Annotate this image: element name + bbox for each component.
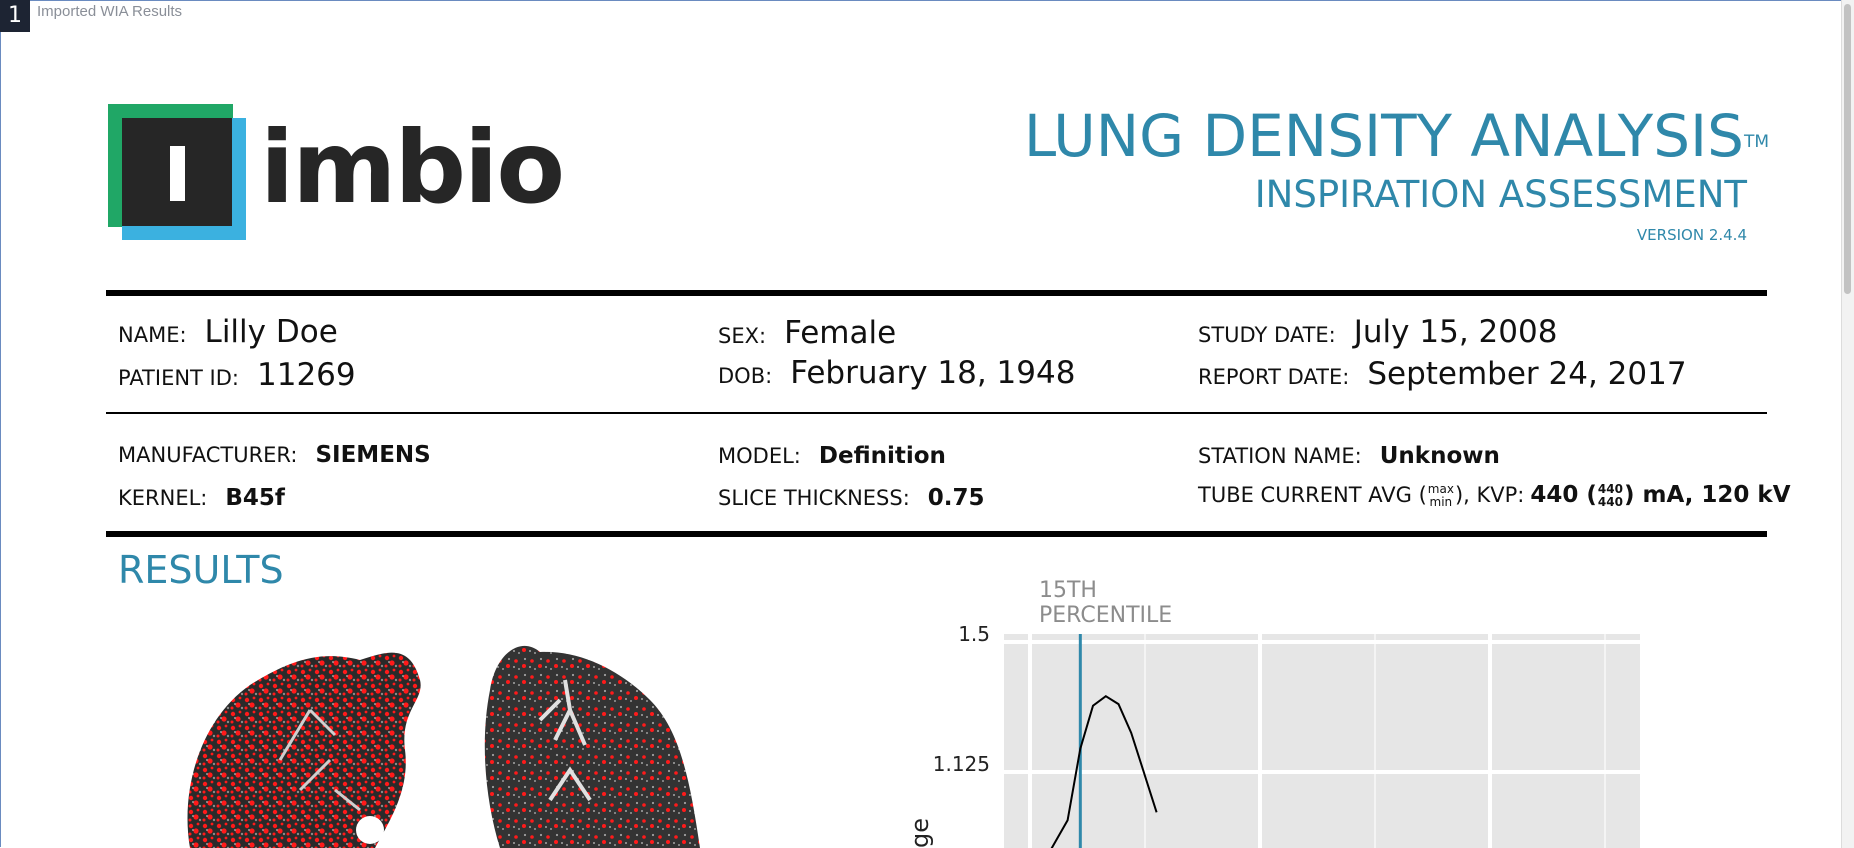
- patient-dob-label: DOB:: [718, 364, 773, 388]
- report-title-block: LUNG DENSITY ANALYSISTM INSPIRATION ASSE…: [1024, 100, 1769, 248]
- patient-name-field: NAME: Lilly Doe: [118, 314, 338, 350]
- kernel-label: KERNEL:: [118, 486, 208, 510]
- vertical-scrollbar[interactable]: [1841, 0, 1854, 848]
- manufacturer-field: MANUFACTURER: SIEMENS: [118, 442, 431, 468]
- plot-area: [1004, 634, 1640, 848]
- report-date-value: September 24, 2017: [1367, 356, 1687, 392]
- density-histogram-chart: 15TH PERCENTILE 1.5 1.125 ge: [906, 578, 1640, 848]
- model-field: MODEL: Definition: [718, 443, 946, 469]
- logo-bar-glyph: [170, 146, 185, 201]
- manufacturer-label: MANUFACTURER:: [118, 443, 298, 467]
- y-tick-label: 1.5: [958, 622, 990, 646]
- percentile-annotation-line1: 15TH: [1039, 578, 1097, 603]
- header-divider: [106, 290, 1767, 296]
- report-title: LUNG DENSITY ANALYSISTM: [1023, 102, 1769, 170]
- report-date-label: REPORT DATE:: [1198, 365, 1350, 389]
- tab-title: Imported WIA Results: [37, 3, 183, 20]
- lung-ct-image: [187, 645, 700, 848]
- patient-id-value: 11269: [257, 357, 356, 393]
- results-heading: RESULTS: [118, 548, 284, 592]
- tube-current-value: 440 (440 440) mA, 120 kV: [1530, 481, 1791, 509]
- manufacturer-value: SIEMENS: [315, 442, 431, 468]
- slice-thickness-value: 0.75: [927, 485, 985, 511]
- kernel-value: B45f: [225, 485, 285, 511]
- station-name-field: STATION NAME: Unknown: [1198, 443, 1500, 469]
- left-lung: [484, 645, 700, 848]
- tube-current-field: TUBE CURRENT AVG (max min), KVP: 440 (440 4…: [1198, 482, 1791, 509]
- patient-id-label: PATIENT ID:: [118, 366, 239, 390]
- logo-wordmark: imbio: [260, 109, 565, 226]
- imbio-logo: imbio: [108, 104, 565, 244]
- study-date-value: July 15, 2008: [1353, 314, 1558, 350]
- tube-label-fraction: max min: [1427, 482, 1454, 509]
- patient-dob-value: February 18, 1948: [790, 355, 1076, 391]
- patient-name-label: NAME:: [118, 323, 187, 347]
- patient-sex-field: SEX: Female: [718, 315, 896, 351]
- report-subtitle: INSPIRATION ASSESSMENT: [1254, 173, 1747, 216]
- patient-name-value: Lilly Doe: [204, 314, 338, 350]
- report-version: VERSION 2.4.4: [1636, 226, 1747, 244]
- study-date-field: STUDY DATE: July 15, 2008: [1198, 314, 1557, 350]
- right-lung: [187, 652, 421, 848]
- patient-divider: [106, 412, 1767, 414]
- model-label: MODEL:: [718, 444, 801, 468]
- trademark-mark: TM: [1743, 132, 1769, 152]
- scrollbar-thumb[interactable]: [1844, 4, 1851, 294]
- model-value: Definition: [818, 443, 946, 469]
- percentile-annotation-line2: PERCENTILE: [1039, 603, 1172, 628]
- slice-thickness-field: SLICE THICKNESS: 0.75: [718, 485, 985, 511]
- kernel-field: KERNEL: B45f: [118, 485, 285, 511]
- study-date-label: STUDY DATE:: [1198, 323, 1336, 347]
- station-name-value: Unknown: [1379, 443, 1500, 469]
- patient-sex-value: Female: [784, 315, 897, 351]
- patient-id-field: PATIENT ID: 11269: [118, 357, 356, 393]
- tube-value-fraction: 440 440: [1597, 481, 1623, 509]
- tab-number-badge[interactable]: 1: [0, 0, 30, 32]
- y-tick-label: 1.125: [933, 752, 990, 776]
- report-date-field: REPORT DATE: September 24, 2017: [1198, 356, 1687, 392]
- tube-current-label: TUBE CURRENT AVG (max min), KVP:: [1198, 482, 1525, 509]
- y-axis-label: ge: [906, 818, 934, 848]
- patient-dob-field: DOB: February 18, 1948: [718, 355, 1075, 391]
- station-name-label: STATION NAME:: [1198, 444, 1362, 468]
- patient-sex-label: SEX:: [718, 324, 767, 348]
- slice-thickness-label: SLICE THICKNESS:: [718, 486, 910, 510]
- scan-divider: [106, 531, 1767, 537]
